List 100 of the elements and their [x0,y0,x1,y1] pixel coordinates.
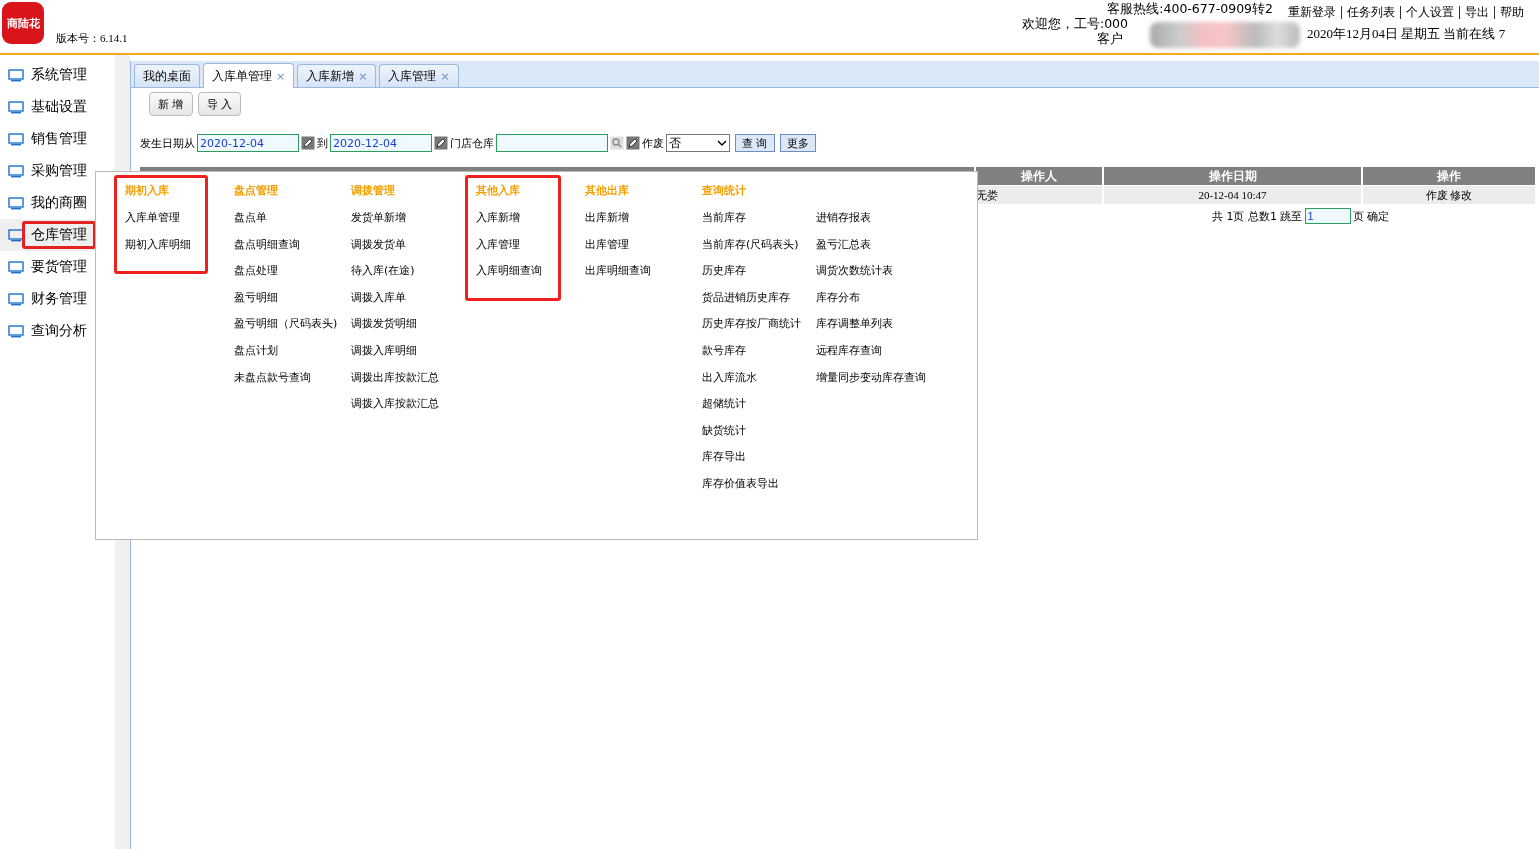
void-select[interactable]: 否 [666,134,730,152]
menu-item[interactable]: 当前库存 [702,210,810,224]
menu-item[interactable]: 盘点单 [234,210,345,224]
monitor-icon [8,132,24,146]
sidebar-item[interactable]: 财务管理 [0,283,115,315]
menu-item[interactable]: 入库明细查询 [476,263,550,278]
store-field[interactable] [496,134,608,152]
pencil-icon[interactable] [626,136,640,150]
menu-item[interactable]: 款号库存 [702,342,810,357]
menu-item[interactable]: 调拨入库按款汇总 [351,396,462,411]
column-header: 操作 [1363,167,1537,185]
monitor-icon [8,100,24,114]
menu-item[interactable]: 远程库存查询 [816,342,960,357]
welcome-text: 欢迎您，工号:000 [1021,16,1128,31]
field-label: 到 [317,135,328,151]
logo: 商陆花 [2,2,44,44]
monitor-icon [8,196,24,210]
sidebar-item[interactable]: 要货管理 [0,251,115,283]
menu-heading: 查询统计 [702,183,747,197]
menu-item[interactable]: 盈亏明细 [234,289,345,304]
date-text: 2020年12月04日 星期五 当前在线 7 [1306,25,1506,43]
menu-item[interactable]: 入库管理 [476,236,550,251]
menu-item[interactable]: 盘点计划 [234,342,345,357]
table-cell[interactable]: 作废 修改 [1363,185,1537,204]
toolbar-button[interactable]: 导 入 [197,92,241,116]
monitor-icon [8,68,24,82]
menu-item[interactable]: 库存价值表导出 [702,475,810,490]
pencil-icon[interactable] [434,136,448,150]
pencil-icon[interactable] [301,136,315,150]
pagination-text: 共 1页 总数1 跳至 [1212,208,1303,224]
header-link[interactable]: 个人设置 [1400,6,1459,19]
menu-item[interactable]: 盈亏汇总表 [816,236,960,251]
menu-item[interactable]: 入库新增 [476,210,550,224]
page-field[interactable]: 1 [1304,208,1351,224]
date-field[interactable]: 2020-12-04 [330,134,432,152]
tab[interactable]: 入库管理 × [379,64,459,87]
menu-item[interactable]: 库存导出 [702,449,810,464]
menu-item[interactable]: 出库管理 [585,236,696,251]
tab[interactable]: 入库单管理 × [203,63,295,88]
column-header: 操作日期 [1104,167,1363,185]
menu-heading: 其他出库 [585,183,630,197]
table-cell: 无娄 [976,185,1104,204]
close-icon[interactable]: × [276,69,286,83]
date-field[interactable]: 2020-12-04 [197,134,299,152]
menu-item[interactable]: 历史库存按厂商统计 [702,316,810,331]
monitor-icon [8,324,24,338]
monitor-icon [8,164,24,178]
menu-item[interactable]: 调拨发货单 [351,236,462,251]
monitor-icon [8,228,24,242]
menu-item[interactable]: 历史库存 [702,263,810,278]
header-link[interactable]: 帮助 [1494,6,1529,19]
sidebar-item[interactable]: 查询分析 [0,315,115,347]
menu-item[interactable]: 待入库(在途) [351,263,462,278]
query-button[interactable]: 更多 [779,134,816,152]
toolbar-button[interactable]: 新 增 [149,92,193,116]
header-link[interactable]: 任务列表 [1341,6,1400,19]
tab[interactable]: 入库新增 × [297,64,377,87]
menu-item[interactable]: 出库新增 [585,210,696,224]
confirm-link[interactable]: 页 确定 [1352,208,1389,224]
menu-heading: 其他入库 [476,183,521,197]
menu-item[interactable]: 缺货统计 [702,422,810,437]
monitor-icon [8,292,24,306]
menu-item[interactable]: 出库明细查询 [585,263,696,278]
menu-item[interactable]: 库存分布 [816,289,960,304]
menu-heading: 调拨管理 [351,183,396,197]
menu-item[interactable]: 调拨入库单 [351,289,462,304]
sidebar-item[interactable]: 基础设置 [0,91,115,123]
field-label: 发生日期从 [140,135,195,151]
chevron-down-icon [717,140,727,146]
header-link[interactable]: 导出 [1459,6,1494,19]
menu-item[interactable]: 发货单新增 [351,210,462,224]
menu-item[interactable]: 期初入库明细 [125,236,197,251]
tab[interactable]: 我的桌面 [134,64,200,87]
field-label: 作废 [642,135,664,151]
monitor-icon [8,260,24,274]
hotline-text: 客服热线:400-677-0909转2 [1107,1,1273,16]
menu-item[interactable]: 超储统计 [702,396,810,411]
menu-item[interactable]: 增量同步变动库存查询 [816,369,960,384]
menu-item[interactable]: 盈亏明细（尺码表头) [234,316,345,331]
menu-item[interactable]: 盘点明细查询 [234,236,345,251]
sidebar-item[interactable]: 采购管理 [0,155,115,187]
sidebar-item[interactable]: 系统管理 [0,59,115,91]
menu-item[interactable]: 库存调整单列表 [816,316,960,331]
sidebar-item[interactable]: 销售管理 [0,123,115,155]
menu-item[interactable]: 入库单管理 [125,210,197,224]
menu-item[interactable]: 调拨发货明细 [351,316,462,331]
menu-item[interactable]: 盘点处理 [234,263,345,278]
menu-item[interactable]: 未盘点款号查询 [234,369,345,384]
menu-item[interactable]: 货品进销历史库存 [702,289,810,304]
version-label: 版本号：6.14.1 [56,31,128,46]
sidebar-item[interactable]: 我的商圈 [0,187,115,219]
menu-item[interactable]: 调拨出库按款汇总 [351,369,462,384]
menu-item[interactable]: 调拨入库明细 [351,342,462,357]
column-header: 操作人 [976,167,1104,185]
menu-item[interactable]: 调货次数统计表 [816,263,960,278]
header-link[interactable]: 重新登录 [1283,6,1341,19]
menu-item[interactable]: 进销存报表 [816,210,960,224]
menu-item[interactable]: 当前库存(尺码表头) [702,236,810,251]
query-button[interactable]: 查 询 [735,134,775,152]
menu-item[interactable]: 出入库流水 [702,369,810,384]
